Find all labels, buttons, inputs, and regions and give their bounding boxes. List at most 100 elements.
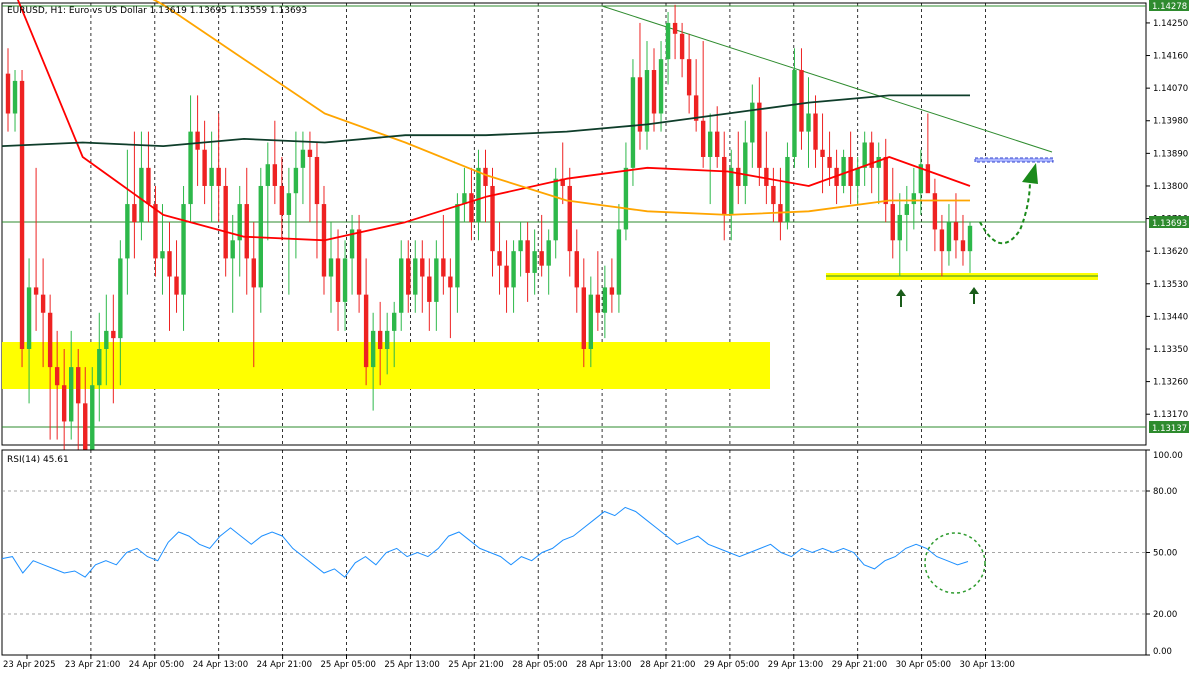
rsi-title: RSI(14) 45.61 <box>7 455 69 465</box>
candle-body <box>623 167 629 230</box>
candle-body <box>946 222 952 252</box>
time-tick-label: 30 Apr 13:00 <box>960 660 1015 670</box>
candle-body <box>5 73 11 114</box>
price-label-low-text: 1.13137 <box>1152 424 1187 434</box>
candle-body <box>314 156 320 205</box>
candle-body <box>118 258 123 339</box>
candle-body <box>518 240 523 252</box>
candle-body <box>300 149 306 168</box>
candle-body <box>335 258 341 302</box>
candle-body <box>455 204 460 288</box>
candle-body <box>167 251 172 277</box>
price-tick-label: 1.14250 <box>1153 19 1188 29</box>
candle-body <box>771 185 776 205</box>
candle-body <box>153 204 158 259</box>
candle-body <box>132 204 137 223</box>
candle-body <box>897 214 902 241</box>
candle-body <box>104 330 109 349</box>
candle-body <box>883 156 888 205</box>
candle-body <box>230 240 235 259</box>
rsi-tick-label: 100.00 <box>1153 451 1183 461</box>
candle-body <box>707 131 713 157</box>
candle-body <box>841 156 846 186</box>
candle-body <box>293 167 299 194</box>
time-tick-label: 28 Apr 13:00 <box>576 660 631 670</box>
candle-body <box>97 348 102 386</box>
candle-body <box>602 287 608 313</box>
candle-body <box>609 287 615 295</box>
candle-body <box>960 240 966 252</box>
candle-body <box>813 113 818 150</box>
candle-body <box>904 204 910 215</box>
candle-body <box>76 367 81 404</box>
candle-body <box>413 258 418 295</box>
candle-body <box>672 22 678 34</box>
candle-body <box>146 167 151 205</box>
candle-body <box>19 80 25 349</box>
candle-body <box>932 193 938 230</box>
candle-body <box>356 229 362 295</box>
candle-body <box>434 258 439 302</box>
candle-body <box>265 164 271 186</box>
candle-body <box>125 204 130 259</box>
time-tick-label: 24 Apr 21:00 <box>257 660 312 670</box>
candle-body <box>223 185 228 259</box>
candle-body <box>504 265 509 288</box>
candle-body <box>665 22 671 60</box>
price-label-current: 1.13693 <box>1149 216 1189 229</box>
candle-body <box>588 294 594 349</box>
candle-body <box>139 167 144 223</box>
candle-body <box>532 251 537 273</box>
candle-body <box>953 222 959 241</box>
time-tick-label: 23 Apr 2025 <box>3 660 56 670</box>
candle-body <box>799 70 804 132</box>
price-label-high-text: 1.14278 <box>1152 2 1187 12</box>
candle-body <box>525 240 530 273</box>
candle-body <box>12 80 18 114</box>
candle-body <box>967 225 973 252</box>
candle-body <box>469 193 474 223</box>
candle-body <box>370 330 376 368</box>
time-tick-label: 24 Apr 05:00 <box>129 660 184 670</box>
candle-body <box>939 229 945 252</box>
time-axis: 23 Apr 2025 23 Apr 21:00 24 Apr 05:00 24 Ap… <box>3 655 1015 670</box>
time-tick-label: 28 Apr 21:00 <box>640 660 695 670</box>
candle-body <box>750 102 755 143</box>
candle-body <box>700 120 706 157</box>
price-tick-label: 1.13620 <box>1153 247 1188 257</box>
candle-body <box>406 258 411 295</box>
candle-body <box>61 385 67 422</box>
price-tick-label: 1.13170 <box>1153 410 1188 420</box>
candle-body <box>483 167 488 186</box>
candle-body <box>399 258 404 313</box>
candle-body <box>539 251 544 266</box>
rsi-pane: RSI(14) 45.61 <box>1 449 1147 656</box>
time-tick-label: 25 Apr 21:00 <box>448 660 503 670</box>
candle-body <box>286 193 292 215</box>
candle-body <box>686 59 692 96</box>
candle-body <box>567 185 572 252</box>
candle-body <box>876 156 881 168</box>
price-tick-label: 1.13980 <box>1153 117 1188 127</box>
time-tick-label: 29 Apr 05:00 <box>704 660 759 670</box>
candle-body <box>420 258 425 277</box>
rsi-axis: 100.00 80.00 50.00 20.00 0.00 <box>1146 449 1183 657</box>
price-tick-label: 1.13800 <box>1153 182 1188 192</box>
candle-body <box>33 287 39 295</box>
candle-body <box>553 178 558 241</box>
candle-body <box>448 276 453 288</box>
rsi-tick-label: 80.00 <box>1153 487 1177 497</box>
candle-body <box>202 149 207 186</box>
price-tick-label: 1.13890 <box>1153 149 1188 159</box>
price-tick-label: 1.14070 <box>1153 84 1188 94</box>
time-tick-label: 25 Apr 05:00 <box>321 660 376 670</box>
candle-body <box>342 258 348 302</box>
rsi-tick-label: 50.00 <box>1153 549 1177 559</box>
candle-body <box>651 70 657 114</box>
time-tick-label: 23 Apr 21:00 <box>65 660 120 670</box>
candle-body <box>820 149 825 157</box>
candle-body <box>251 258 256 288</box>
candle-body <box>581 287 586 349</box>
candle-body <box>497 251 502 266</box>
candle-body <box>658 59 664 114</box>
